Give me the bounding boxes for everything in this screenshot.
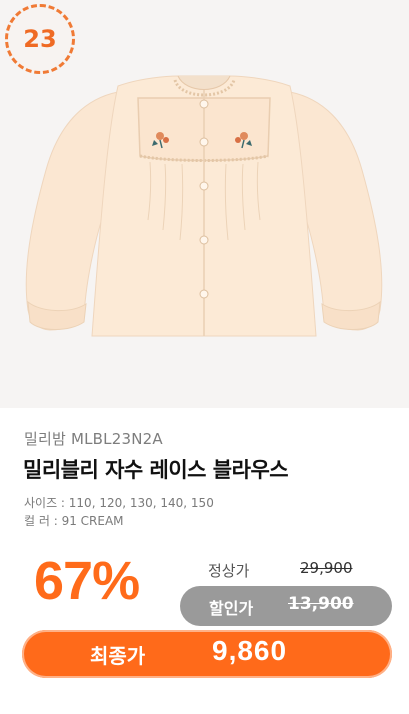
size-options: 사이즈 : 110, 120, 130, 140, 150 <box>24 496 214 510</box>
final-price: 9,860 <box>212 635 288 666</box>
regular-price-row: 정상가 29,900 <box>208 558 378 582</box>
brand-model: 밀리밤 MLBL23N2A <box>24 430 163 448</box>
product-info-panel: 밀리밤 MLBL23N2A 밀리블리 자수 레이스 블라우스 사이즈 : 110… <box>0 408 409 714</box>
discount-rate: 67% <box>34 551 140 611</box>
final-price-button[interactable]: 최종가 9,860 <box>22 630 392 678</box>
regular-price-label: 정상가 <box>208 562 250 580</box>
sale-price-label: 할인가 <box>209 599 254 618</box>
regular-price: 29,900 <box>300 559 353 577</box>
sale-price-pill: 할인가 13,900 <box>180 586 392 626</box>
color-option: 컬 러 : 91 CREAM <box>24 514 124 528</box>
product-title[interactable]: 밀리블리 자수 레이스 블라우스 <box>23 454 289 484</box>
final-price-label: 최종가 <box>90 644 146 668</box>
product-image <box>25 75 383 337</box>
sale-price: 13,900 <box>288 594 354 614</box>
product-image-area[interactable]: 23 <box>0 0 409 408</box>
